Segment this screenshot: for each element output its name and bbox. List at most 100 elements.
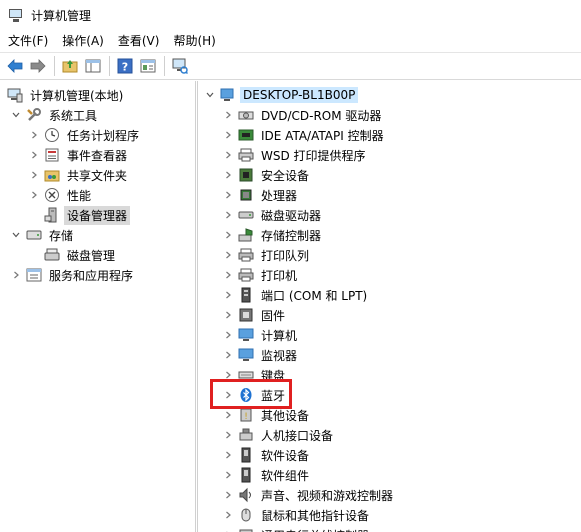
device-category-label: 计算机	[261, 328, 298, 343]
chevron-right-icon[interactable]	[222, 409, 234, 421]
disk-drive-icon	[238, 207, 254, 223]
chevron-right-icon[interactable]	[222, 169, 234, 181]
up-folder-icon	[62, 60, 78, 73]
chevron-right-icon[interactable]	[28, 189, 40, 201]
chevron-right-icon[interactable]	[28, 129, 40, 141]
processor-icon	[238, 187, 254, 203]
back-button[interactable]	[4, 55, 26, 77]
svg-text:!: !	[244, 412, 248, 422]
device-tree-computer[interactable]: DESKTOP-BL1B00P	[204, 85, 359, 105]
title-bar: 计算机管理	[0, 0, 581, 30]
up-folder-button[interactable]	[59, 55, 81, 77]
chevron-right-icon[interactable]	[10, 269, 22, 281]
device-category-printer[interactable]: 打印机	[222, 265, 300, 285]
device-category-wsd-printer[interactable]: WSD 打印提供程序	[222, 145, 369, 165]
device-category-usb[interactable]: 通用串行总线控制器	[222, 525, 372, 532]
chevron-right-icon[interactable]	[222, 509, 234, 521]
chevron-right-icon[interactable]	[222, 349, 234, 361]
device-manager-icon	[44, 207, 60, 223]
device-category-dvd-drive[interactable]: DVD/CD-ROM 驱动器	[222, 105, 384, 125]
tree-item-task-scheduler[interactable]: 任务计划程序	[28, 125, 142, 145]
clock-icon	[44, 127, 60, 143]
device-category-software-component[interactable]: 软件组件	[222, 465, 312, 485]
sound-icon	[238, 487, 254, 503]
device-category-mouse[interactable]: 鼠标和其他指针设备	[222, 505, 372, 525]
chevron-right-icon[interactable]	[222, 109, 234, 121]
tree-item-shared-folders[interactable]: 共享文件夹	[28, 165, 130, 185]
menu-file[interactable]: 文件(F)	[0, 30, 55, 52]
chevron-right-icon[interactable]	[222, 309, 234, 321]
device-category-processor[interactable]: 处理器	[222, 185, 300, 205]
dvd-drive-icon	[238, 107, 254, 123]
tree-item-system-tools[interactable]: 系统工具	[10, 105, 100, 125]
tree-item-device-manager[interactable]: 设备管理器	[44, 205, 131, 225]
event-viewer-icon	[44, 147, 60, 163]
device-category-print-queue[interactable]: 打印队列	[222, 245, 312, 265]
svg-text:?: ?	[122, 61, 128, 74]
chevron-right-icon[interactable]	[222, 449, 234, 461]
back-arrow-icon	[7, 59, 23, 73]
show-hide-tree-icon	[85, 59, 101, 73]
chevron-right-icon[interactable]	[222, 229, 234, 241]
device-category-security-device[interactable]: 安全设备	[222, 165, 312, 185]
chevron-right-icon[interactable]	[222, 189, 234, 201]
tree-item-services-applications[interactable]: 服务和应用程序	[10, 265, 136, 285]
device-category-storage-controller[interactable]: 存储控制器	[222, 225, 324, 245]
device-category-port[interactable]: 端口 (COM 和 LPT)	[222, 285, 370, 305]
tree-item-storage[interactable]: 存储	[10, 225, 76, 245]
menu-help[interactable]: 帮助(H)	[166, 30, 222, 52]
mouse-icon	[238, 507, 254, 523]
tree-item-performance[interactable]: 性能	[28, 185, 94, 205]
chevron-down-icon[interactable]	[204, 89, 216, 101]
help-button[interactable]: ?	[114, 55, 136, 77]
monitor-scan-icon	[172, 58, 188, 74]
properties-button[interactable]	[137, 55, 159, 77]
chevron-down-icon[interactable]	[10, 109, 22, 121]
chevron-right-icon[interactable]	[28, 169, 40, 181]
device-category-disk-drive[interactable]: 磁盘驱动器	[222, 205, 324, 225]
device-category-label: IDE ATA/ATAPI 控制器	[261, 128, 384, 143]
chevron-right-icon[interactable]	[28, 149, 40, 161]
tree-item-computer-management[interactable]: 计算机管理(本地)	[7, 85, 126, 105]
chevron-down-icon[interactable]	[10, 229, 22, 241]
device-category-hid[interactable]: 人机接口设备	[222, 425, 336, 445]
device-category-label: 处理器	[261, 188, 298, 203]
shared-folder-icon	[44, 167, 60, 183]
scan-hardware-button[interactable]	[169, 55, 191, 77]
storage-controller-icon	[238, 227, 254, 243]
computer-icon	[220, 87, 236, 103]
wsd-printer-icon	[238, 147, 254, 163]
tree-item-disk-management[interactable]: 磁盘管理	[44, 245, 118, 265]
chevron-right-icon[interactable]	[222, 149, 234, 161]
chevron-right-icon[interactable]	[222, 209, 234, 221]
performance-icon	[44, 187, 60, 203]
chevron-right-icon[interactable]	[222, 289, 234, 301]
chevron-right-icon[interactable]	[222, 329, 234, 341]
device-category-sound[interactable]: 声音、视频和游戏控制器	[222, 485, 396, 505]
forward-button[interactable]	[27, 55, 49, 77]
device-category-label: 软件设备	[261, 448, 310, 463]
tree-item-event-viewer[interactable]: 事件查看器	[28, 145, 130, 165]
device-category-label: 端口 (COM 和 LPT)	[261, 288, 368, 303]
device-category-computer[interactable]: 计算机	[222, 325, 300, 345]
chevron-right-icon[interactable]	[222, 429, 234, 441]
menu-action[interactable]: 操作(A)	[55, 30, 111, 52]
device-category-firmware[interactable]: 固件	[222, 305, 288, 325]
storage-icon	[26, 227, 42, 243]
menu-bar: 文件(F) 操作(A) 查看(V) 帮助(H)	[0, 30, 581, 52]
toolbar: ?	[0, 52, 581, 80]
chevron-right-icon[interactable]	[222, 489, 234, 501]
device-category-ide-controller[interactable]: IDE ATA/ATAPI 控制器	[222, 125, 387, 145]
chevron-right-icon[interactable]	[222, 129, 234, 141]
chevron-right-icon[interactable]	[222, 469, 234, 481]
device-category-software-device[interactable]: 软件设备	[222, 445, 312, 465]
device-category-label: DVD/CD-ROM 驱动器	[261, 108, 382, 123]
chevron-right-icon[interactable]	[222, 249, 234, 261]
help-icon: ?	[117, 58, 133, 74]
chevron-right-icon[interactable]	[222, 269, 234, 281]
menu-view[interactable]: 查看(V)	[111, 30, 167, 52]
show-hide-tree-button[interactable]	[82, 55, 104, 77]
device-category-monitor[interactable]: 监视器	[222, 345, 300, 365]
other-device-icon: !	[238, 407, 254, 423]
services-icon	[26, 267, 42, 283]
